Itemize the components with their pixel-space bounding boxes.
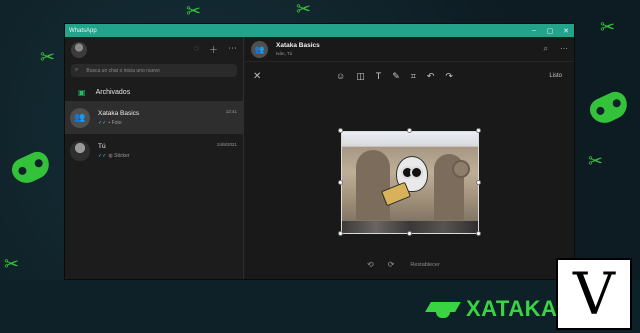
chat-pane: 👥 Xataka Basics Iván, Tú ⌕ ⋯ ✕ ☺ ◫ T ✎ ⌗… (245, 37, 574, 279)
chat-preview: Sticker (114, 152, 130, 159)
rotate-tools: ⟲ ⟳ Restablecer (367, 260, 440, 269)
graduation-cap-icon (428, 299, 458, 319)
sidebar-header: ◌ ＋ ⋯ (65, 37, 243, 62)
maximize-button[interactable]: ▢ (542, 27, 558, 35)
redo-icon[interactable]: ↷ (445, 71, 453, 82)
crop-handle[interactable] (407, 231, 412, 236)
emoji-icon[interactable]: ☺ (336, 71, 345, 82)
contact-avatar (70, 140, 90, 161)
search-placeholder: Busca un chat o inicia uno nuevo (86, 67, 160, 74)
menu-icon[interactable]: ⋯ (560, 44, 568, 54)
group-avatar-icon: 👥 (70, 107, 90, 128)
minimize-button[interactable]: – (526, 27, 542, 35)
watermark-letter: V (573, 260, 615, 328)
crop-handle[interactable] (407, 128, 412, 133)
reset-button[interactable]: Restablecer (410, 262, 439, 268)
new-chat-icon[interactable]: ＋ (209, 43, 218, 56)
crop-icon[interactable]: ⌗ (411, 71, 416, 82)
chat-header[interactable]: 👥 Xataka Basics Iván, Tú ⌕ ⋯ (245, 37, 574, 62)
menu-icon[interactable]: ⋯ (228, 43, 237, 56)
sidebar: ◌ ＋ ⋯ ⌕ Busca un chat o inicia uno nuevo… (65, 37, 244, 279)
scissors-decoration: ✂ (600, 17, 616, 37)
rose-window (452, 160, 470, 178)
scissors-decoration: ✂ (4, 254, 20, 274)
archived-item[interactable]: ▣ Archivados (65, 83, 243, 101)
chat-item-tu[interactable]: Tú ✓✓ ◍ Sticker 24/8/2021 (65, 134, 243, 167)
status-icon[interactable]: ◌ (194, 43, 199, 56)
chat-time: 12:41 (225, 109, 237, 114)
crop-handle[interactable] (476, 128, 481, 133)
search-icon[interactable]: ⌕ (544, 44, 548, 54)
archived-label: Archivados (95, 88, 131, 96)
search-input[interactable]: ⌕ Busca un chat o inicia uno nuevo (71, 64, 237, 77)
crop-handle[interactable] (338, 231, 343, 236)
window-title: WhatsApp (69, 27, 97, 34)
close-icon[interactable]: ✕ (253, 71, 261, 82)
crop-handle[interactable] (338, 128, 343, 133)
whatsapp-window: WhatsApp – ▢ ✕ ◌ ＋ ⋯ ⌕ Busca un chat o i… (64, 23, 575, 280)
close-window-button[interactable]: ✕ (558, 27, 574, 35)
text-icon[interactable]: T (376, 71, 382, 82)
watermark-logo: V (556, 258, 632, 330)
group-avatar-icon: 👥 (251, 40, 268, 58)
church-facade (356, 150, 390, 220)
image-editor-toolbar: ✕ ☺ ◫ T ✎ ⌗ ↶ ↷ Listo (245, 62, 574, 90)
photo-preview[interactable] (341, 131, 479, 234)
crop-handle[interactable] (338, 180, 343, 185)
chat-time: 24/8/2021 (216, 142, 237, 147)
search-icon: ⌕ (75, 67, 79, 73)
scissors-decoration: ✂ (588, 151, 604, 171)
pencil-icon[interactable]: ✎ (392, 71, 400, 82)
scissors-decoration: ✂ (296, 0, 312, 19)
scissors-decoration: ✂ (40, 47, 56, 67)
chat-preview: Foto (111, 119, 122, 126)
scissors-decoration: ✂ (186, 1, 202, 21)
crop-handle[interactable] (476, 180, 481, 185)
profile-avatar[interactable] (71, 41, 87, 58)
done-button[interactable]: Listo (549, 73, 562, 79)
archive-icon: ▣ (78, 87, 86, 97)
undo-icon[interactable]: ↶ (427, 71, 435, 82)
chat-name: Xataka Basics (98, 109, 140, 117)
chat-title: Xataka Basics (276, 42, 320, 49)
sticker-icon[interactable]: ◫ (356, 71, 365, 82)
double-check-icon: ✓✓ (98, 152, 107, 159)
rotate-right-icon[interactable]: ⟳ (388, 260, 395, 269)
double-check-icon: ✓✓ (98, 119, 107, 126)
chat-participants: Iván, Tú (276, 51, 293, 56)
crop-handle[interactable] (476, 231, 481, 236)
title-bar: WhatsApp – ▢ ✕ (65, 24, 574, 37)
chat-item-xataka-basics[interactable]: 👥 Xataka Basics ✓✓ ▪ Foto 12:41 (65, 101, 243, 134)
rotate-left-icon[interactable]: ⟲ (367, 260, 374, 269)
